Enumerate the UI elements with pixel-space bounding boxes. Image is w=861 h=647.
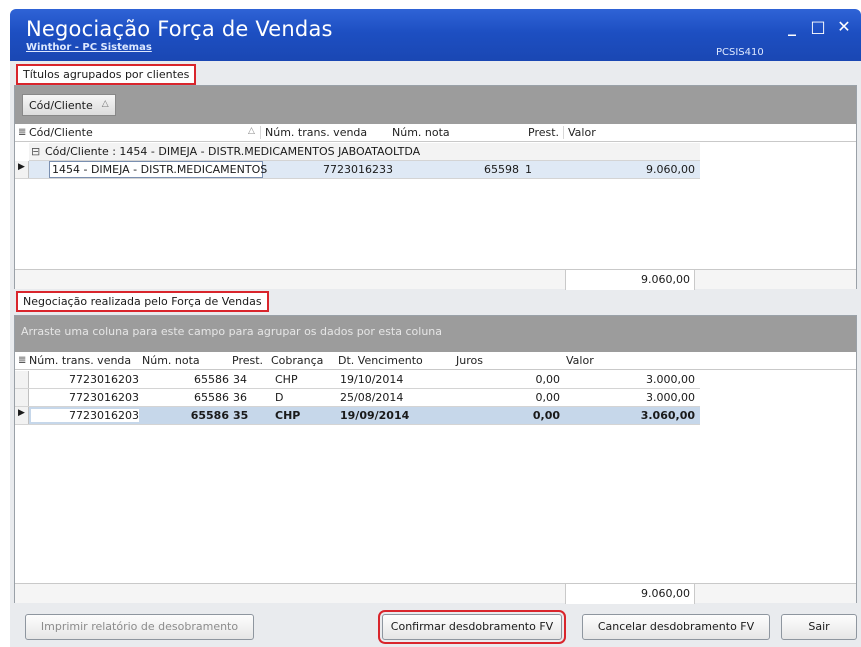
header-trans[interactable]: Núm. trans. venda [29, 354, 131, 367]
cell-prest: 34 [233, 373, 247, 386]
exit-button[interactable]: Sair [781, 614, 857, 640]
header-valor[interactable]: Valor [563, 126, 596, 139]
row-indicator: ▶ [15, 161, 29, 178]
total-valor: 9.060,00 [641, 273, 690, 286]
group-chip-label: Cód/Cliente [29, 99, 93, 112]
cell-juros: 0,00 [535, 373, 561, 386]
header-trans[interactable]: Núm. trans. venda [260, 126, 367, 139]
sort-asc-icon: △ [248, 126, 255, 136]
header-valor[interactable]: Valor [566, 354, 594, 367]
cell-nota: 65586 [194, 373, 229, 386]
cell-trans: 7723016203 [69, 373, 139, 386]
cell-prest: 35 [233, 409, 249, 422]
cell-valor: 3.060,00 [640, 409, 695, 422]
cell-vencimento: 19/10/2014 [340, 373, 404, 386]
row-indicator: ▶ [15, 407, 29, 424]
cell-trans: 7723016233 [323, 163, 393, 176]
negotiation-grid-footer: 9.060,00 [15, 583, 856, 604]
window-titlebar: Negociação Força de Vendas Winthor - PC … [10, 9, 861, 61]
total-box: 9.060,00 [565, 584, 695, 604]
header-prest[interactable]: Prest. [232, 354, 263, 367]
row-indicator [15, 389, 29, 406]
cell-valor: 9.060,00 [646, 163, 695, 176]
table-row[interactable]: ▶ 1454 - DIMEJA - DISTR.MEDICAMENTOS 772… [15, 161, 700, 179]
group-chip-cliente[interactable]: Cód/Cliente △ [22, 94, 116, 116]
header-vencimento[interactable]: Dt. Vencimento [338, 354, 423, 367]
cell-nota: 65598 [484, 163, 519, 176]
negotiation-grid-header: ≣ Núm. trans. venda Núm. nota Prest. Cob… [15, 352, 856, 370]
total-valor: 9.060,00 [641, 587, 690, 600]
cell-vencimento: 19/09/2014 [340, 409, 410, 422]
table-row-selected[interactable]: ▶ 7723016203 65586 35 CHP 19/09/2014 0,0… [15, 407, 700, 425]
cell-nota: 65586 [190, 409, 229, 422]
bottom-panel-label: Negociação realizada pelo Força de Venda… [16, 291, 269, 312]
header-cobranca[interactable]: Cobrança [271, 354, 323, 367]
clients-grid-header: ≣ Cód/Cliente △ Núm. trans. venda Núm. n… [15, 124, 856, 142]
maximize-button[interactable]: □ [808, 17, 828, 36]
row-indicator [15, 371, 29, 388]
window-subtitle: Winthor - PC Sistemas [26, 42, 152, 53]
column-chooser-icon[interactable]: ≣ [18, 127, 26, 138]
header-nota[interactable]: Núm. nota [142, 354, 200, 367]
cell-cliente[interactable]: 1454 - DIMEJA - DISTR.MEDICAMENTOS [49, 161, 267, 178]
routine-code: PCSIS410 [716, 47, 764, 58]
header-nota[interactable]: Núm. nota [392, 126, 450, 139]
group-by-zone[interactable]: Arraste uma coluna para este campo para … [15, 316, 856, 352]
current-row-icon: ▶ [18, 408, 25, 418]
cell-trans: 7723016203 [69, 391, 139, 404]
cell-vencimento: 25/08/2014 [340, 391, 404, 404]
group-row-label: Cód/Cliente : 1454 - DIMEJA - DISTR.MEDI… [45, 145, 421, 158]
cell-valor: 3.000,00 [646, 373, 695, 386]
sort-asc-icon: △ [101, 99, 109, 109]
cell-nota: 65586 [194, 391, 229, 404]
header-juros[interactable]: Juros [456, 354, 483, 367]
window-body: Títulos agrupados por clientes Cód/Clien… [10, 61, 861, 647]
cell-juros: 0,00 [532, 409, 560, 422]
current-row-icon: ▶ [18, 162, 25, 172]
table-row[interactable]: 7723016203 65586 34 CHP 19/10/2014 0,00 … [15, 371, 700, 389]
cell-cobranca: CHP [275, 373, 298, 386]
negotiation-grid[interactable]: Arraste uma coluna para este campo para … [14, 315, 857, 604]
top-panel-label: Títulos agrupados por clientes [16, 64, 197, 85]
header-prest[interactable]: Prest. [528, 126, 559, 139]
window-title: Negociação Força de Vendas [26, 17, 333, 41]
group-by-zone[interactable]: Cód/Cliente △ [15, 86, 856, 124]
clients-grid[interactable]: Cód/Cliente △ ≣ Cód/Cliente △ Núm. trans… [14, 85, 857, 290]
cell-valor: 3.000,00 [646, 391, 695, 404]
cell-prest: 1 [525, 163, 532, 176]
cell-cobranca: CHP [275, 409, 301, 422]
header-cliente[interactable]: Cód/Cliente [29, 126, 93, 139]
expand-collapse-icon[interactable]: ⊟ [31, 145, 40, 158]
group-hint: Arraste uma coluna para este campo para … [21, 325, 442, 338]
confirm-button[interactable]: Confirmar desdobramento FV [378, 610, 566, 644]
close-button[interactable]: ✕ [834, 17, 854, 36]
cell-juros: 0,00 [535, 391, 561, 404]
print-report-button[interactable]: Imprimir relatório de desobramento [25, 614, 254, 640]
cancel-button[interactable]: Cancelar desdobramento FV [582, 614, 770, 640]
column-chooser-icon[interactable]: ≣ [18, 355, 26, 366]
cell-prest: 36 [233, 391, 247, 404]
group-row[interactable]: ⊟ Cód/Cliente : 1454 - DIMEJA - DISTR.ME… [29, 143, 700, 161]
cell-cobranca: D [275, 391, 284, 404]
total-box: 9.060,00 [565, 270, 695, 290]
minimize-button[interactable]: _ [782, 17, 802, 36]
table-row[interactable]: 7723016203 65586 36 D 25/08/2014 0,00 3.… [15, 389, 700, 407]
cell-trans: 7723016203 [31, 409, 139, 422]
clients-grid-footer: 9.060,00 [15, 269, 856, 290]
